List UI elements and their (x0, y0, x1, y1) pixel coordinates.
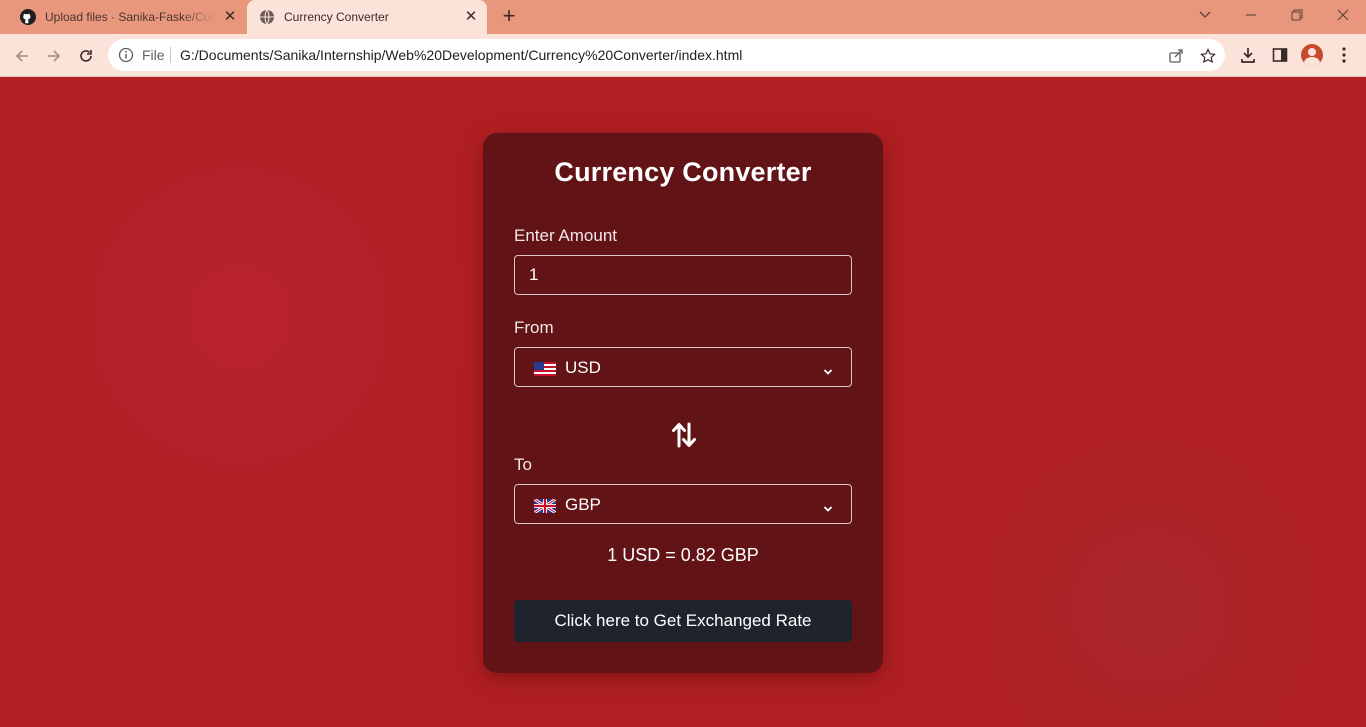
get-exchange-rate-button[interactable]: Click here to Get Exchanged Rate (514, 600, 852, 642)
to-currency-value: GBP (565, 495, 601, 514)
chevron-down-icon (823, 362, 833, 375)
globe-icon (259, 9, 275, 25)
url-text[interactable]: G:/Documents/Sanika/Internship/Web%20Dev… (180, 47, 742, 63)
from-currency-value: USD (565, 358, 601, 377)
profile-avatar-icon[interactable] (1300, 43, 1324, 67)
page-background: Currency Converter Enter Amount From USD (0, 77, 1366, 727)
from-currency-select[interactable]: USD (514, 347, 852, 387)
to-currency-select[interactable]: GBP (514, 484, 852, 524)
amount-input[interactable] (514, 255, 852, 295)
menu-kebab-icon[interactable] (1332, 43, 1356, 67)
tab-title: Currency Converter (284, 10, 389, 24)
restore-icon[interactable] (1282, 4, 1312, 26)
tab-upload-files[interactable]: Upload files · Sanika-Faske/Currency-Con… (10, 0, 246, 34)
from-label: From (514, 318, 554, 337)
browser-tab-strip: Upload files · Sanika-Faske/Currency-Con… (0, 0, 1366, 34)
star-icon[interactable] (1198, 46, 1218, 66)
swap-arrows-icon[interactable] (671, 421, 697, 449)
back-arrow-icon[interactable] (9, 43, 35, 69)
browser-toolbar: File G:/Documents/Sanika/Internship/Web%… (0, 34, 1366, 77)
tab-currency-converter[interactable]: Currency Converter ✕ (247, 0, 487, 34)
divider (170, 47, 171, 63)
scheme-label: File (142, 47, 165, 63)
minimize-icon[interactable] (1236, 4, 1266, 26)
forward-arrow-icon[interactable] (41, 43, 67, 69)
exchange-rate-text: 1 USD = 0.82 GBP (607, 545, 759, 565)
avatar (1301, 44, 1323, 66)
share-icon[interactable] (1166, 46, 1186, 66)
download-icon[interactable] (1236, 43, 1260, 67)
info-icon[interactable] (118, 47, 134, 63)
to-label: To (514, 455, 532, 474)
address-bar[interactable]: File G:/Documents/Sanika/Internship/Web%… (108, 39, 1225, 71)
chevron-down-icon (823, 499, 833, 512)
tab-search-icon[interactable] (1190, 4, 1220, 26)
close-icon[interactable]: ✕ (222, 9, 238, 25)
github-icon (20, 9, 36, 25)
tab-title: Upload files · Sanika-Faske/Currency-Con… (45, 10, 215, 24)
amount-label: Enter Amount (514, 226, 618, 245)
close-window-icon[interactable] (1328, 4, 1358, 26)
close-icon[interactable]: ✕ (463, 9, 479, 25)
page-title: Currency Converter (554, 157, 812, 187)
new-tab-icon[interactable]: + (498, 5, 520, 27)
uk-flag-icon (533, 497, 557, 515)
reload-icon[interactable] (73, 43, 99, 69)
converter-card: Currency Converter Enter Amount From USD (483, 133, 883, 673)
us-flag-icon (534, 361, 556, 376)
side-panel-icon[interactable] (1268, 43, 1292, 67)
